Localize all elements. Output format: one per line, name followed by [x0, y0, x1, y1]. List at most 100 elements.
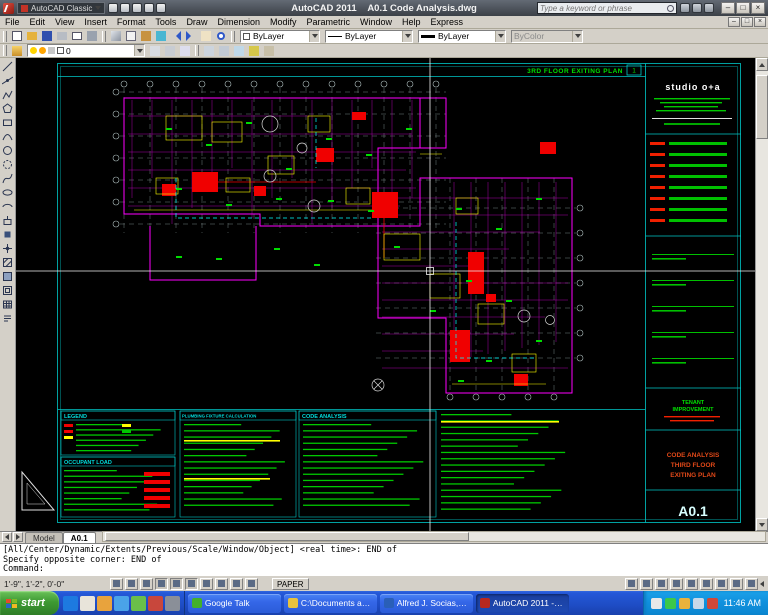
layer-unisolate-button[interactable]	[217, 44, 231, 57]
layer-off-button[interactable]	[247, 44, 261, 57]
plot-button[interactable]	[55, 30, 69, 43]
save-button[interactable]	[40, 30, 54, 43]
chevron-down-icon[interactable]	[495, 30, 505, 42]
toolbar-grip[interactable]	[3, 30, 7, 42]
menu-express[interactable]: Express	[426, 16, 469, 29]
construction-line-icon[interactable]	[0, 73, 15, 87]
pan-button[interactable]	[199, 30, 213, 43]
polyline-icon[interactable]	[0, 87, 15, 101]
hatch-icon[interactable]	[0, 255, 15, 269]
multiline-text-icon[interactable]	[0, 311, 15, 325]
polygon-icon[interactable]	[0, 101, 15, 115]
gradient-icon[interactable]	[0, 269, 15, 283]
spline-icon[interactable]	[0, 171, 15, 185]
layer-lock-button[interactable]	[262, 44, 276, 57]
open-button[interactable]	[25, 30, 39, 43]
osnap-toggle[interactable]	[170, 577, 183, 590]
annotation-scale-button[interactable]	[715, 577, 728, 590]
zoom-tool-button[interactable]	[670, 577, 683, 590]
horizontal-scrollbar-thumb[interactable]	[104, 532, 469, 541]
arc-icon[interactable]	[0, 129, 15, 143]
layer-control[interactable]: 0	[27, 44, 145, 57]
menu-dimension[interactable]: Dimension	[212, 16, 265, 29]
drawing-area[interactable]: 3RD FLOOR EXITING PLAN 1 LEGEND OCCUPANT…	[16, 58, 755, 531]
tab-a01-layout[interactable]: A0.1	[62, 532, 96, 543]
tab-model[interactable]: Model	[25, 532, 63, 543]
qat-open-button[interactable]	[120, 3, 131, 13]
lwt-toggle[interactable]	[230, 577, 243, 590]
line-tool-icon[interactable]	[0, 59, 15, 73]
taskbar-task-autocad[interactable]: AutoCAD 2011 - [A0...	[475, 593, 569, 613]
workspace-switcher[interactable]: AutoCAD Classic	[17, 2, 106, 14]
chevron-down-icon[interactable]	[134, 45, 144, 56]
menu-edit[interactable]: Edit	[25, 16, 51, 29]
toolbar-grip[interactable]	[195, 45, 199, 56]
region-icon[interactable]	[0, 283, 15, 297]
volume-icon[interactable]	[692, 597, 704, 609]
menu-insert[interactable]: Insert	[79, 16, 112, 29]
quick-launch-messenger-icon[interactable]	[113, 595, 129, 611]
taskbar-task-document[interactable]: Alfred J. Socias, CSI...	[379, 593, 473, 613]
cut-button[interactable]	[109, 30, 123, 43]
vertical-scrollbar[interactable]	[755, 58, 768, 531]
quick-launch-app2-icon[interactable]	[147, 595, 163, 611]
qat-new-button[interactable]	[108, 3, 119, 13]
otrack-toggle[interactable]	[185, 577, 198, 590]
quick-launch-explorer-icon[interactable]	[96, 595, 112, 611]
autocad-logo-icon[interactable]	[3, 2, 14, 14]
tray-icon-5[interactable]	[706, 597, 718, 609]
favorites-icon[interactable]	[692, 3, 702, 13]
menu-help[interactable]: Help	[397, 16, 426, 29]
toolbar-grip[interactable]	[231, 30, 235, 42]
ellipse-arc-icon[interactable]	[0, 199, 15, 213]
communication-center-icon[interactable]	[680, 3, 690, 13]
menu-modify[interactable]: Modify	[265, 16, 302, 29]
grid-toggle[interactable]	[125, 577, 138, 590]
match-properties-button[interactable]	[154, 30, 168, 43]
quick-view-drawings-button[interactable]	[640, 577, 653, 590]
table-icon[interactable]	[0, 297, 15, 311]
doc-close-button[interactable]: ×	[754, 17, 766, 27]
toolbar-grip[interactable]	[3, 45, 7, 56]
paper-space-button[interactable]: PAPER	[272, 577, 309, 590]
steering-wheel-button[interactable]	[685, 577, 698, 590]
qat-plot-button[interactable]	[144, 3, 155, 13]
point-icon[interactable]	[0, 241, 15, 255]
color-control[interactable]: ByLayer	[240, 29, 320, 43]
command-prompt[interactable]: Command:	[3, 564, 765, 575]
search-input[interactable]	[540, 3, 667, 13]
zoom-realtime-button[interactable]	[214, 30, 228, 43]
quick-launch-ie-icon[interactable]	[62, 595, 78, 611]
chevron-down-icon[interactable]	[309, 30, 319, 42]
tray-icon-1[interactable]	[650, 597, 662, 609]
scrollbar-track[interactable]	[756, 71, 768, 518]
redo-button[interactable]	[184, 30, 198, 43]
layer-previous-button[interactable]	[163, 44, 177, 57]
qat-undo-button[interactable]	[156, 3, 167, 13]
revision-cloud-icon[interactable]	[0, 157, 15, 171]
qp-toggle[interactable]	[245, 577, 258, 590]
plot-preview-button[interactable]	[70, 30, 84, 43]
menu-file[interactable]: File	[0, 16, 25, 29]
menu-format[interactable]: Format	[112, 16, 151, 29]
quick-launch-app1-icon[interactable]	[130, 595, 146, 611]
scroll-up-button[interactable]	[756, 58, 768, 71]
maximize-button[interactable]: □	[736, 2, 750, 14]
chevron-down-icon[interactable]	[402, 30, 412, 42]
menu-draw[interactable]: Draw	[181, 16, 212, 29]
menu-window[interactable]: Window	[355, 16, 397, 29]
ducs-toggle[interactable]	[200, 577, 213, 590]
tab-scroll-left-button[interactable]	[2, 532, 12, 542]
insert-block-icon[interactable]	[0, 213, 15, 227]
new-button[interactable]	[10, 30, 24, 43]
help-icon[interactable]	[704, 3, 714, 13]
pan-tool-button[interactable]	[655, 577, 668, 590]
clean-screen-button[interactable]	[760, 580, 764, 587]
ortho-toggle[interactable]	[140, 577, 153, 590]
menu-tools[interactable]: Tools	[150, 16, 181, 29]
tray-icon-2[interactable]	[664, 597, 676, 609]
layer-states-button[interactable]	[178, 44, 192, 57]
qat-save-button[interactable]	[132, 3, 143, 13]
doc-minimize-button[interactable]: –	[728, 17, 740, 27]
taskbar-task-explorer[interactable]: C:\Documents and Se...	[283, 593, 377, 613]
